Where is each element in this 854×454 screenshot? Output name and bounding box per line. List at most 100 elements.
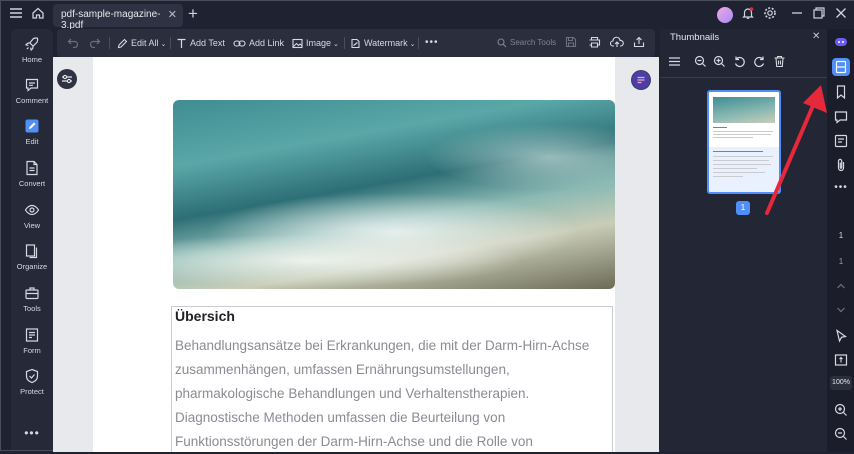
sidebar-label-comment: Comment <box>15 96 49 105</box>
section-heading: Übersich <box>175 308 235 324</box>
toolbar-divider <box>109 37 110 49</box>
zoom-in-icon[interactable] <box>713 55 727 69</box>
thumbnails-divider <box>660 77 827 78</box>
home-icon[interactable] <box>29 6 47 24</box>
add-link-label: Add Link <box>249 38 285 48</box>
image-icon <box>292 39 303 49</box>
avatar[interactable] <box>717 7 733 23</box>
redo-icon[interactable] <box>89 36 101 50</box>
section-paragraph: Behandlungsansätze bei Erkrankungen, die… <box>175 334 611 454</box>
ai-assistant-button[interactable] <box>631 70 651 90</box>
sidebar-item-convert[interactable]: Convert <box>11 160 53 188</box>
select-cursor-icon[interactable] <box>832 327 850 345</box>
right-rail: ••• 1 1 100% <box>827 29 854 452</box>
fit-page-icon[interactable] <box>832 351 850 369</box>
add-text-button[interactable]: Add Text <box>176 36 225 50</box>
document-tab[interactable]: pdf-sample-magazine-3.pdf ✕ <box>53 4 183 31</box>
sidebar-item-protect[interactable]: Protect <box>11 368 53 396</box>
page-down-icon[interactable] <box>832 301 850 319</box>
app-window: pdf-sample-magazine-3.pdf ✕ + Home Comme… <box>0 0 854 452</box>
chevron-down-icon: ⌄ <box>409 41 416 48</box>
bell-icon[interactable] <box>739 6 757 24</box>
tab-close-icon[interactable]: ✕ <box>168 8 177 21</box>
edit-pencil-icon <box>117 38 128 49</box>
edit-all-label: Edit All <box>131 38 159 48</box>
fields-icon[interactable] <box>832 132 850 150</box>
sidebar-item-view[interactable]: View <box>11 202 53 230</box>
toolbar-divider <box>418 37 419 49</box>
zoom-out-icon[interactable] <box>694 55 708 69</box>
sidebar-label-organize: Organize <box>16 262 48 271</box>
thumbnail-line <box>713 127 727 128</box>
image-label: Image <box>306 38 332 48</box>
toolbar-divider <box>170 37 171 49</box>
print-icon[interactable] <box>588 36 601 50</box>
thumbnails-close-icon[interactable]: ✕ <box>812 31 820 42</box>
sidebar-item-organize[interactable]: Organize <box>11 243 53 271</box>
paragraph-line: Diagnostische Methoden umfassen die Beur… <box>175 410 506 425</box>
sidebar-more-icon[interactable]: ••• <box>11 426 53 440</box>
search-icon <box>497 38 507 48</box>
thumbnail-menu-icon[interactable] <box>668 55 682 69</box>
menu-icon[interactable] <box>7 6 25 24</box>
chevron-down-icon: ⌄ <box>160 41 167 48</box>
page-up-icon[interactable] <box>832 277 850 295</box>
sidebar-item-edit[interactable]: Edit <box>11 118 53 146</box>
rotate-left-icon[interactable] <box>733 55 747 69</box>
delete-icon[interactable] <box>773 55 787 69</box>
organize-icon <box>25 244 38 259</box>
sidebar-label-tools: Tools <box>23 304 41 313</box>
thumbnail-line <box>713 176 743 177</box>
new-tab-icon[interactable]: + <box>188 5 198 23</box>
save-icon[interactable] <box>565 36 577 50</box>
zoom-level[interactable]: 100% <box>830 376 852 390</box>
text-block[interactable]: Übersich Behandlungsansätze bei Erkranku… <box>171 306 613 452</box>
cloud-upload-icon[interactable] <box>609 36 624 50</box>
ai-chat-icon[interactable] <box>832 33 850 51</box>
comments-panel-icon[interactable] <box>832 108 850 126</box>
share-icon[interactable] <box>633 36 645 50</box>
ai-assistant-icon <box>632 71 650 89</box>
chevron-down-icon: ⌄ <box>333 41 339 48</box>
comment-icon <box>25 78 39 92</box>
add-text-label: Add Text <box>190 38 225 48</box>
sidebar-item-comment[interactable]: Comment <box>11 77 53 105</box>
title-bar: pdf-sample-magazine-3.pdf ✕ + <box>1 1 854 31</box>
minimize-icon[interactable] <box>788 6 806 24</box>
close-icon[interactable] <box>832 6 850 24</box>
sidebar-item-home[interactable]: Home <box>11 36 53 64</box>
attachment-icon[interactable] <box>832 156 850 174</box>
sidebar-item-form[interactable]: Form <box>11 327 53 355</box>
annotation-arrow <box>765 85 827 215</box>
toolbar-more-icon[interactable]: ••• <box>425 36 439 50</box>
watermark-icon <box>351 39 360 49</box>
thumbnail-line <box>713 137 753 138</box>
left-sidebar: Home Comment Edit Convert View Organize … <box>11 29 53 450</box>
thumbnails-rail-icon[interactable] <box>832 58 850 76</box>
search-tools[interactable]: Search Tools <box>497 36 556 50</box>
rotate-right-icon[interactable] <box>753 55 767 69</box>
document-viewport[interactable]: Übersich Behandlungsansätze bei Erkranku… <box>53 57 659 452</box>
rail-more-icon[interactable]: ••• <box>827 182 854 193</box>
main-toolbar: Edit All ⌄ Add Text Add Link Image ⌄ Water… <box>57 29 655 57</box>
sidebar-item-tools[interactable]: Tools <box>11 285 53 313</box>
settings-icon[interactable] <box>761 6 779 24</box>
paragraph-line: Funktionsstörungen der Darm-Hirn-Achse u… <box>175 434 533 449</box>
watermark-label: Watermark <box>364 38 408 48</box>
restore-icon[interactable] <box>810 6 828 24</box>
undo-icon[interactable] <box>67 36 79 50</box>
image-button[interactable]: Image ⌄ <box>292 36 339 50</box>
form-icon <box>25 328 39 342</box>
watermark-button[interactable]: Watermark ⌄ <box>350 36 416 50</box>
sidebar-label-view: View <box>23 221 41 230</box>
link-icon <box>233 40 246 47</box>
properties-toggle-button[interactable] <box>57 69 77 89</box>
current-page-number[interactable]: 1 <box>827 231 854 240</box>
search-placeholder: Search Tools <box>510 38 557 47</box>
zoom-in-rail-icon[interactable] <box>832 401 850 419</box>
bookmark-icon[interactable] <box>832 83 850 101</box>
zoom-out-rail-icon[interactable] <box>832 425 850 443</box>
edit-all-button[interactable]: Edit All ⌄ <box>117 36 166 50</box>
pdf-page: Übersich Behandlungsansätze bei Erkranku… <box>93 57 615 452</box>
add-link-button[interactable]: Add Link <box>233 36 284 50</box>
